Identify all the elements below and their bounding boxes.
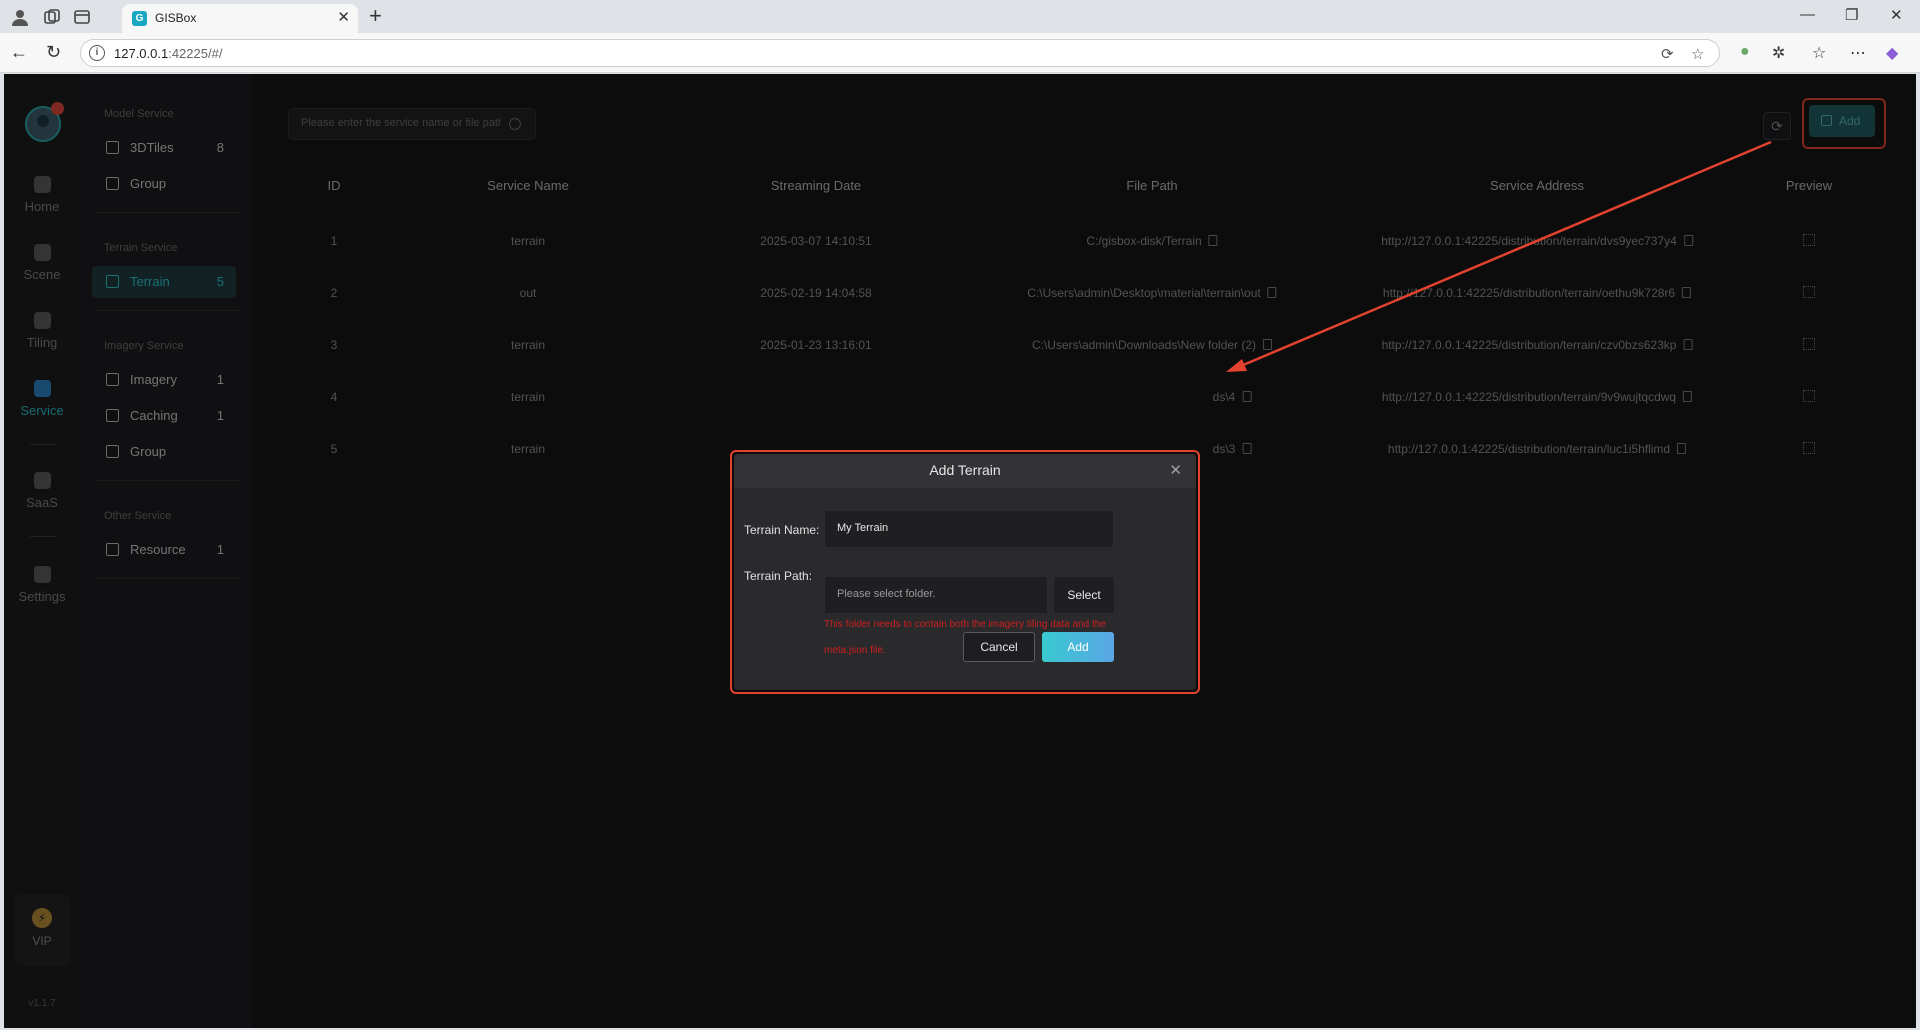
favorites-icon[interactable]: ☆	[1812, 43, 1826, 63]
tab-actions-icon[interactable]	[72, 7, 92, 27]
more-menu-icon[interactable]: ⋯	[1850, 43, 1866, 63]
extension-status-icon[interactable]: ●	[1740, 43, 1750, 61]
gisbox-app: Home Scene Tiling Service SaaS Settings …	[4, 74, 1916, 1028]
dialog-header: Add Terrain ✕	[734, 454, 1196, 488]
url-text: 127.0.0.1:42225/#/	[114, 46, 223, 61]
cancel-button[interactable]: Cancel	[963, 632, 1035, 662]
favorite-star-icon[interactable]: ☆	[1691, 45, 1704, 63]
terrain-path-box	[824, 576, 1048, 614]
minimize-icon[interactable]: —	[1800, 6, 1815, 23]
back-icon[interactable]: ←	[10, 42, 28, 63]
reload-icon[interactable]: ↻	[46, 42, 61, 63]
restore-icon[interactable]: ❐	[1845, 6, 1858, 24]
terrain-name-input[interactable]	[837, 522, 1037, 534]
tab-title: GISBox	[155, 11, 197, 25]
new-tab-icon[interactable]: +	[369, 3, 382, 29]
copilot-icon[interactable]: ◆	[1886, 43, 1898, 63]
site-info-icon[interactable]: i	[89, 45, 105, 61]
add-terrain-dialog: Add Terrain ✕ Terrain Name: Terrain Path…	[734, 454, 1196, 690]
tab-close-icon[interactable]: ✕	[337, 8, 350, 26]
gisbox-favicon-icon: G	[132, 11, 147, 26]
workspaces-icon[interactable]	[42, 7, 62, 27]
close-icon[interactable]: ✕	[1169, 461, 1182, 479]
close-window-icon[interactable]: ✕	[1890, 6, 1903, 24]
extensions-icon[interactable]: ✲	[1772, 43, 1785, 63]
terrain-path-input[interactable]	[837, 588, 1037, 600]
url-field[interactable]: i 127.0.0.1:42225/#/ ⟳ ☆	[80, 39, 1720, 67]
dialog-title: Add Terrain	[929, 462, 1001, 478]
terrain-name-label: Terrain Name:	[744, 523, 820, 537]
browser-tab[interactable]: G GISBox ✕	[122, 4, 358, 33]
select-folder-button[interactable]: Select	[1053, 576, 1115, 614]
browser-tab-bar: G GISBox ✕ + — ❐ ✕	[0, 0, 1920, 33]
translate-icon[interactable]: ⟳	[1661, 45, 1674, 63]
confirm-add-button[interactable]: Add	[1042, 632, 1114, 662]
address-bar: ← ↻ i 127.0.0.1:42225/#/ ⟳ ☆ ● ✲ ☆ ⋯ ◆	[0, 33, 1920, 73]
terrain-name-box	[824, 510, 1114, 548]
terrain-path-label: Terrain Path:	[744, 569, 813, 583]
profile-icon[interactable]	[10, 7, 30, 27]
